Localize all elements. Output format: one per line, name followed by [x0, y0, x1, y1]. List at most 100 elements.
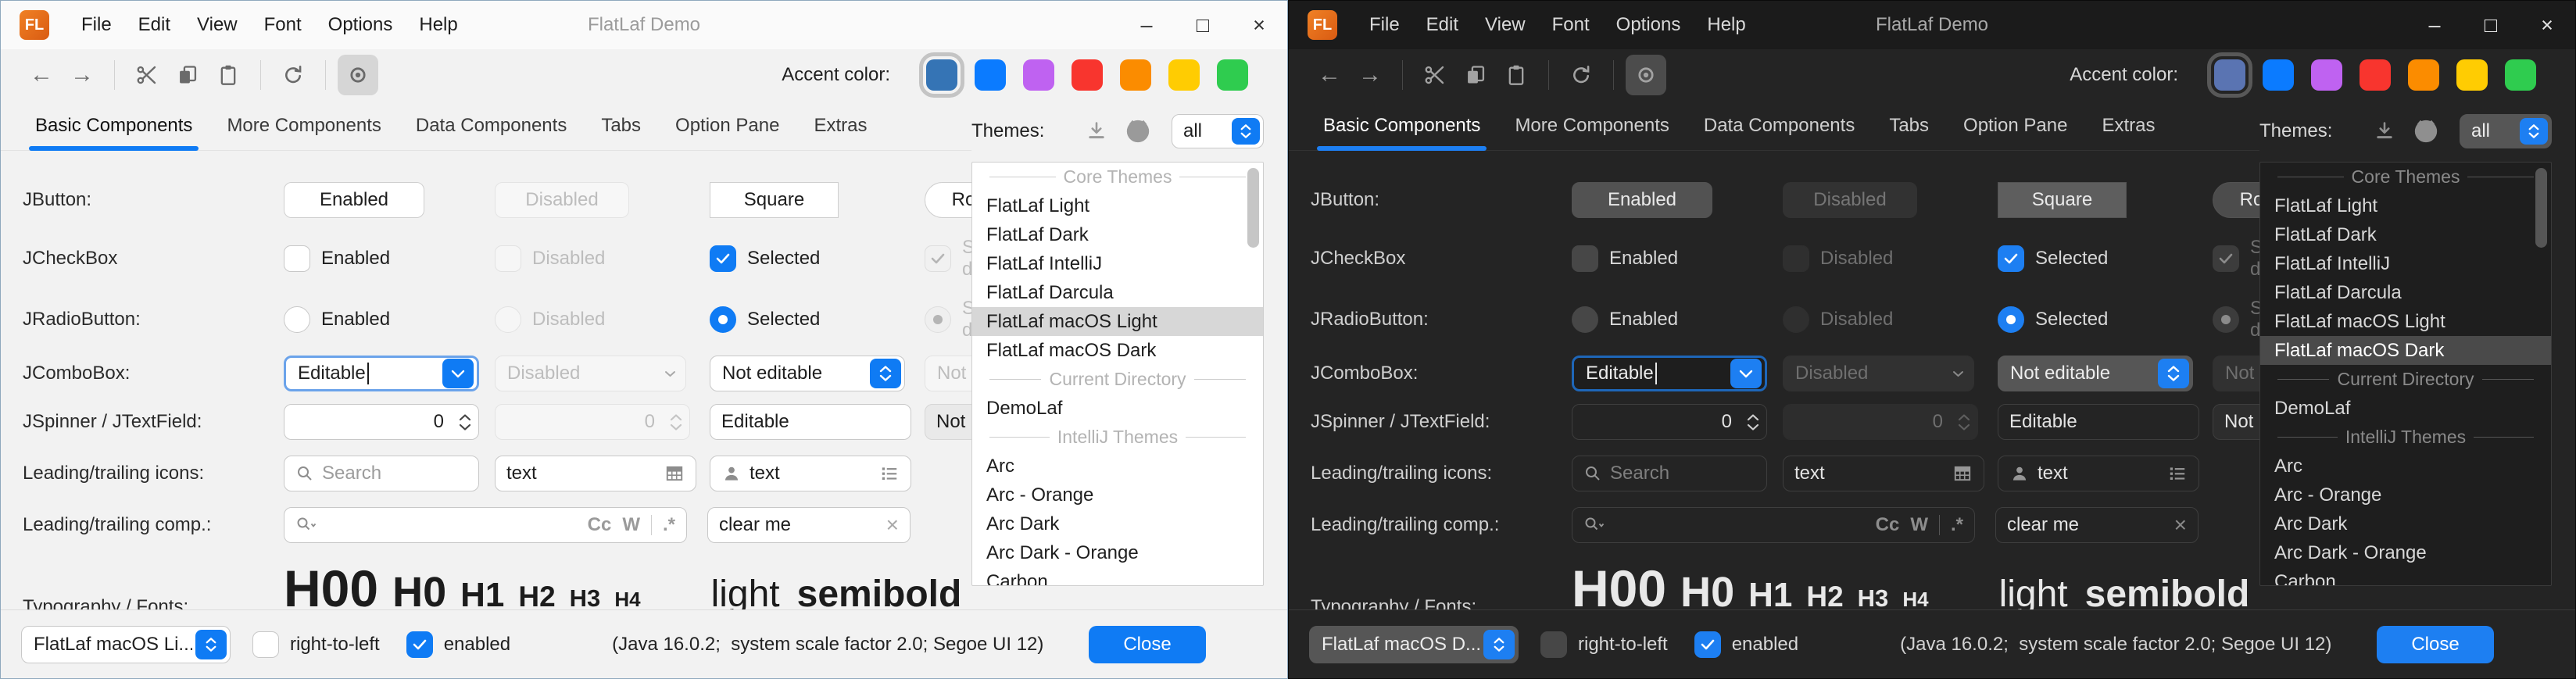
search-dropdown-icon[interactable] — [1583, 516, 1607, 534]
combobox-editable[interactable]: Editable — [284, 356, 479, 391]
github-icon[interactable] — [1125, 118, 1151, 145]
search-field[interactable]: Search — [1572, 456, 1767, 491]
menu-help[interactable]: Help — [406, 1, 470, 49]
titlebar[interactable]: FL File Edit View Font Options Help Flat… — [1289, 1, 2575, 49]
textfield-editable[interactable]: Editable — [710, 404, 911, 440]
tab-option-pane[interactable]: Option Pane — [1946, 101, 2084, 151]
back-button[interactable]: ← — [1309, 55, 1350, 95]
right-to-left-checkbox[interactable]: right-to-left — [1540, 631, 1668, 658]
menu-file[interactable]: File — [68, 1, 125, 49]
text-field-user[interactable]: text — [710, 456, 911, 491]
menu-edit[interactable]: Edit — [1413, 1, 1472, 49]
list-icon[interactable] — [2167, 463, 2188, 484]
titlebar[interactable]: FL File Edit View Font Options Help Flat… — [1, 1, 1287, 49]
theme-item[interactable]: Arc — [972, 452, 1263, 481]
menu-edit[interactable]: Edit — [125, 1, 184, 49]
accent-swatch-orange[interactable] — [1120, 59, 1151, 91]
theme-item[interactable]: Arc - Orange — [2260, 481, 2551, 509]
text-field-calendar[interactable]: text — [495, 456, 696, 491]
square-button[interactable]: Square — [1998, 182, 2127, 218]
paste-button[interactable] — [1496, 55, 1537, 95]
tab-more-components[interactable]: More Components — [1497, 101, 1686, 151]
theme-item[interactable]: Arc Dark - Orange — [972, 538, 1263, 567]
table-calendar-icon[interactable] — [664, 463, 685, 484]
combobox-editable[interactable]: Editable — [1572, 356, 1767, 391]
theme-item[interactable]: FlatLaf IntelliJ — [972, 249, 1263, 278]
close-window-button[interactable]: × — [2519, 1, 2575, 49]
list-icon[interactable] — [879, 463, 900, 484]
accent-swatch-red[interactable] — [2360, 59, 2391, 91]
accent-swatch-blue[interactable] — [975, 59, 1006, 91]
combobox-arrow-button[interactable] — [195, 630, 227, 659]
accent-swatch-orange[interactable] — [2408, 59, 2439, 91]
minimize-button[interactable]: – — [2406, 1, 2463, 49]
copy-button[interactable] — [1455, 55, 1496, 95]
whole-word-button[interactable]: W — [622, 514, 640, 536]
match-case-button[interactable]: Cc — [588, 514, 612, 536]
theme-item[interactable]: FlatLaf Light — [972, 191, 1263, 220]
theme-item[interactable]: FlatLaf Dark — [2260, 220, 2551, 249]
refresh-button[interactable] — [1561, 55, 1601, 95]
search-with-options-field[interactable]: Cc W .* — [1572, 507, 1975, 543]
theme-item[interactable]: FlatLaf Darcula — [972, 278, 1263, 307]
menu-help[interactable]: Help — [1694, 1, 1758, 49]
spinner[interactable]: 0 — [1572, 404, 1767, 440]
match-case-button[interactable]: Cc — [1876, 514, 1900, 536]
combobox-arrow-button[interactable] — [1730, 359, 1762, 388]
theme-item[interactable]: FlatLaf IntelliJ — [2260, 249, 2551, 278]
tab-option-pane[interactable]: Option Pane — [658, 101, 796, 151]
menu-file[interactable]: File — [1356, 1, 1413, 49]
menu-view[interactable]: View — [184, 1, 251, 49]
menu-options[interactable]: Options — [315, 1, 406, 49]
theme-item[interactable]: Arc Dark - Orange — [2260, 538, 2551, 567]
accent-swatch-yellow[interactable] — [1168, 59, 1200, 91]
accent-swatch-default[interactable] — [2214, 59, 2245, 91]
theme-item[interactable]: Arc - Orange — [972, 481, 1263, 509]
table-calendar-icon[interactable] — [1952, 463, 1973, 484]
theme-item[interactable]: Arc Dark — [972, 509, 1263, 538]
textfield-editable[interactable]: Editable — [1998, 404, 2199, 440]
radio-enabled[interactable] — [284, 306, 310, 333]
combobox-arrow-button[interactable] — [1232, 118, 1260, 145]
spinner[interactable]: 0 — [284, 404, 479, 440]
combobox-arrow-button[interactable] — [1483, 630, 1515, 659]
forward-button[interactable]: → — [62, 55, 102, 95]
tab-tabs[interactable]: Tabs — [584, 101, 658, 151]
close-window-button[interactable]: × — [1231, 1, 1287, 49]
maximize-button[interactable]: □ — [1175, 1, 1231, 49]
accent-swatch-yellow[interactable] — [2456, 59, 2488, 91]
square-button[interactable]: Square — [710, 182, 839, 218]
close-button[interactable]: Close — [1089, 626, 1206, 663]
menu-font[interactable]: Font — [251, 1, 315, 49]
cut-button[interactable] — [1415, 55, 1455, 95]
inspect-toggle-button[interactable] — [338, 55, 378, 95]
accent-swatch-purple[interactable] — [2311, 59, 2342, 91]
tab-basic-components[interactable]: Basic Components — [1306, 101, 1497, 151]
theme-item[interactable]: FlatLaf Dark — [972, 220, 1263, 249]
accent-swatch-blue[interactable] — [2263, 59, 2294, 91]
laf-combobox[interactable]: FlatLaf macOS Li... — [21, 626, 231, 663]
combobox-arrow-button[interactable] — [442, 359, 474, 388]
search-with-options-field[interactable]: Cc W .* — [284, 507, 687, 543]
theme-item[interactable]: FlatLaf macOS Light — [2260, 307, 2551, 336]
enabled-checkbox[interactable]: enabled — [1694, 631, 1798, 658]
menu-view[interactable]: View — [1472, 1, 1539, 49]
theme-item[interactable]: DemoLaf — [972, 394, 1263, 423]
themes-list[interactable]: Core Themes FlatLaf Light FlatLaf Dark F… — [971, 162, 1264, 586]
tab-data-components[interactable]: Data Components — [399, 101, 584, 151]
tab-more-components[interactable]: More Components — [209, 101, 398, 151]
search-dropdown-icon[interactable] — [295, 516, 319, 534]
tab-data-components[interactable]: Data Components — [1687, 101, 1872, 151]
round-button[interactable]: Round — [925, 182, 971, 218]
checkbox-enabled[interactable] — [1572, 245, 1598, 272]
maximize-button[interactable]: □ — [2463, 1, 2519, 49]
theme-item[interactable]: DemoLaf — [2260, 394, 2551, 423]
regex-button[interactable]: .* — [663, 514, 675, 536]
back-button[interactable]: ← — [21, 55, 62, 95]
accent-swatch-red[interactable] — [1072, 59, 1103, 91]
theme-item[interactable]: Arc Dark — [2260, 509, 2551, 538]
theme-item[interactable]: FlatLaf Light — [2260, 191, 2551, 220]
theme-item[interactable]: FlatLaf Darcula — [2260, 278, 2551, 307]
clear-me-field[interactable]: clear me× — [1995, 507, 2199, 543]
checkbox-selected[interactable] — [710, 245, 736, 272]
